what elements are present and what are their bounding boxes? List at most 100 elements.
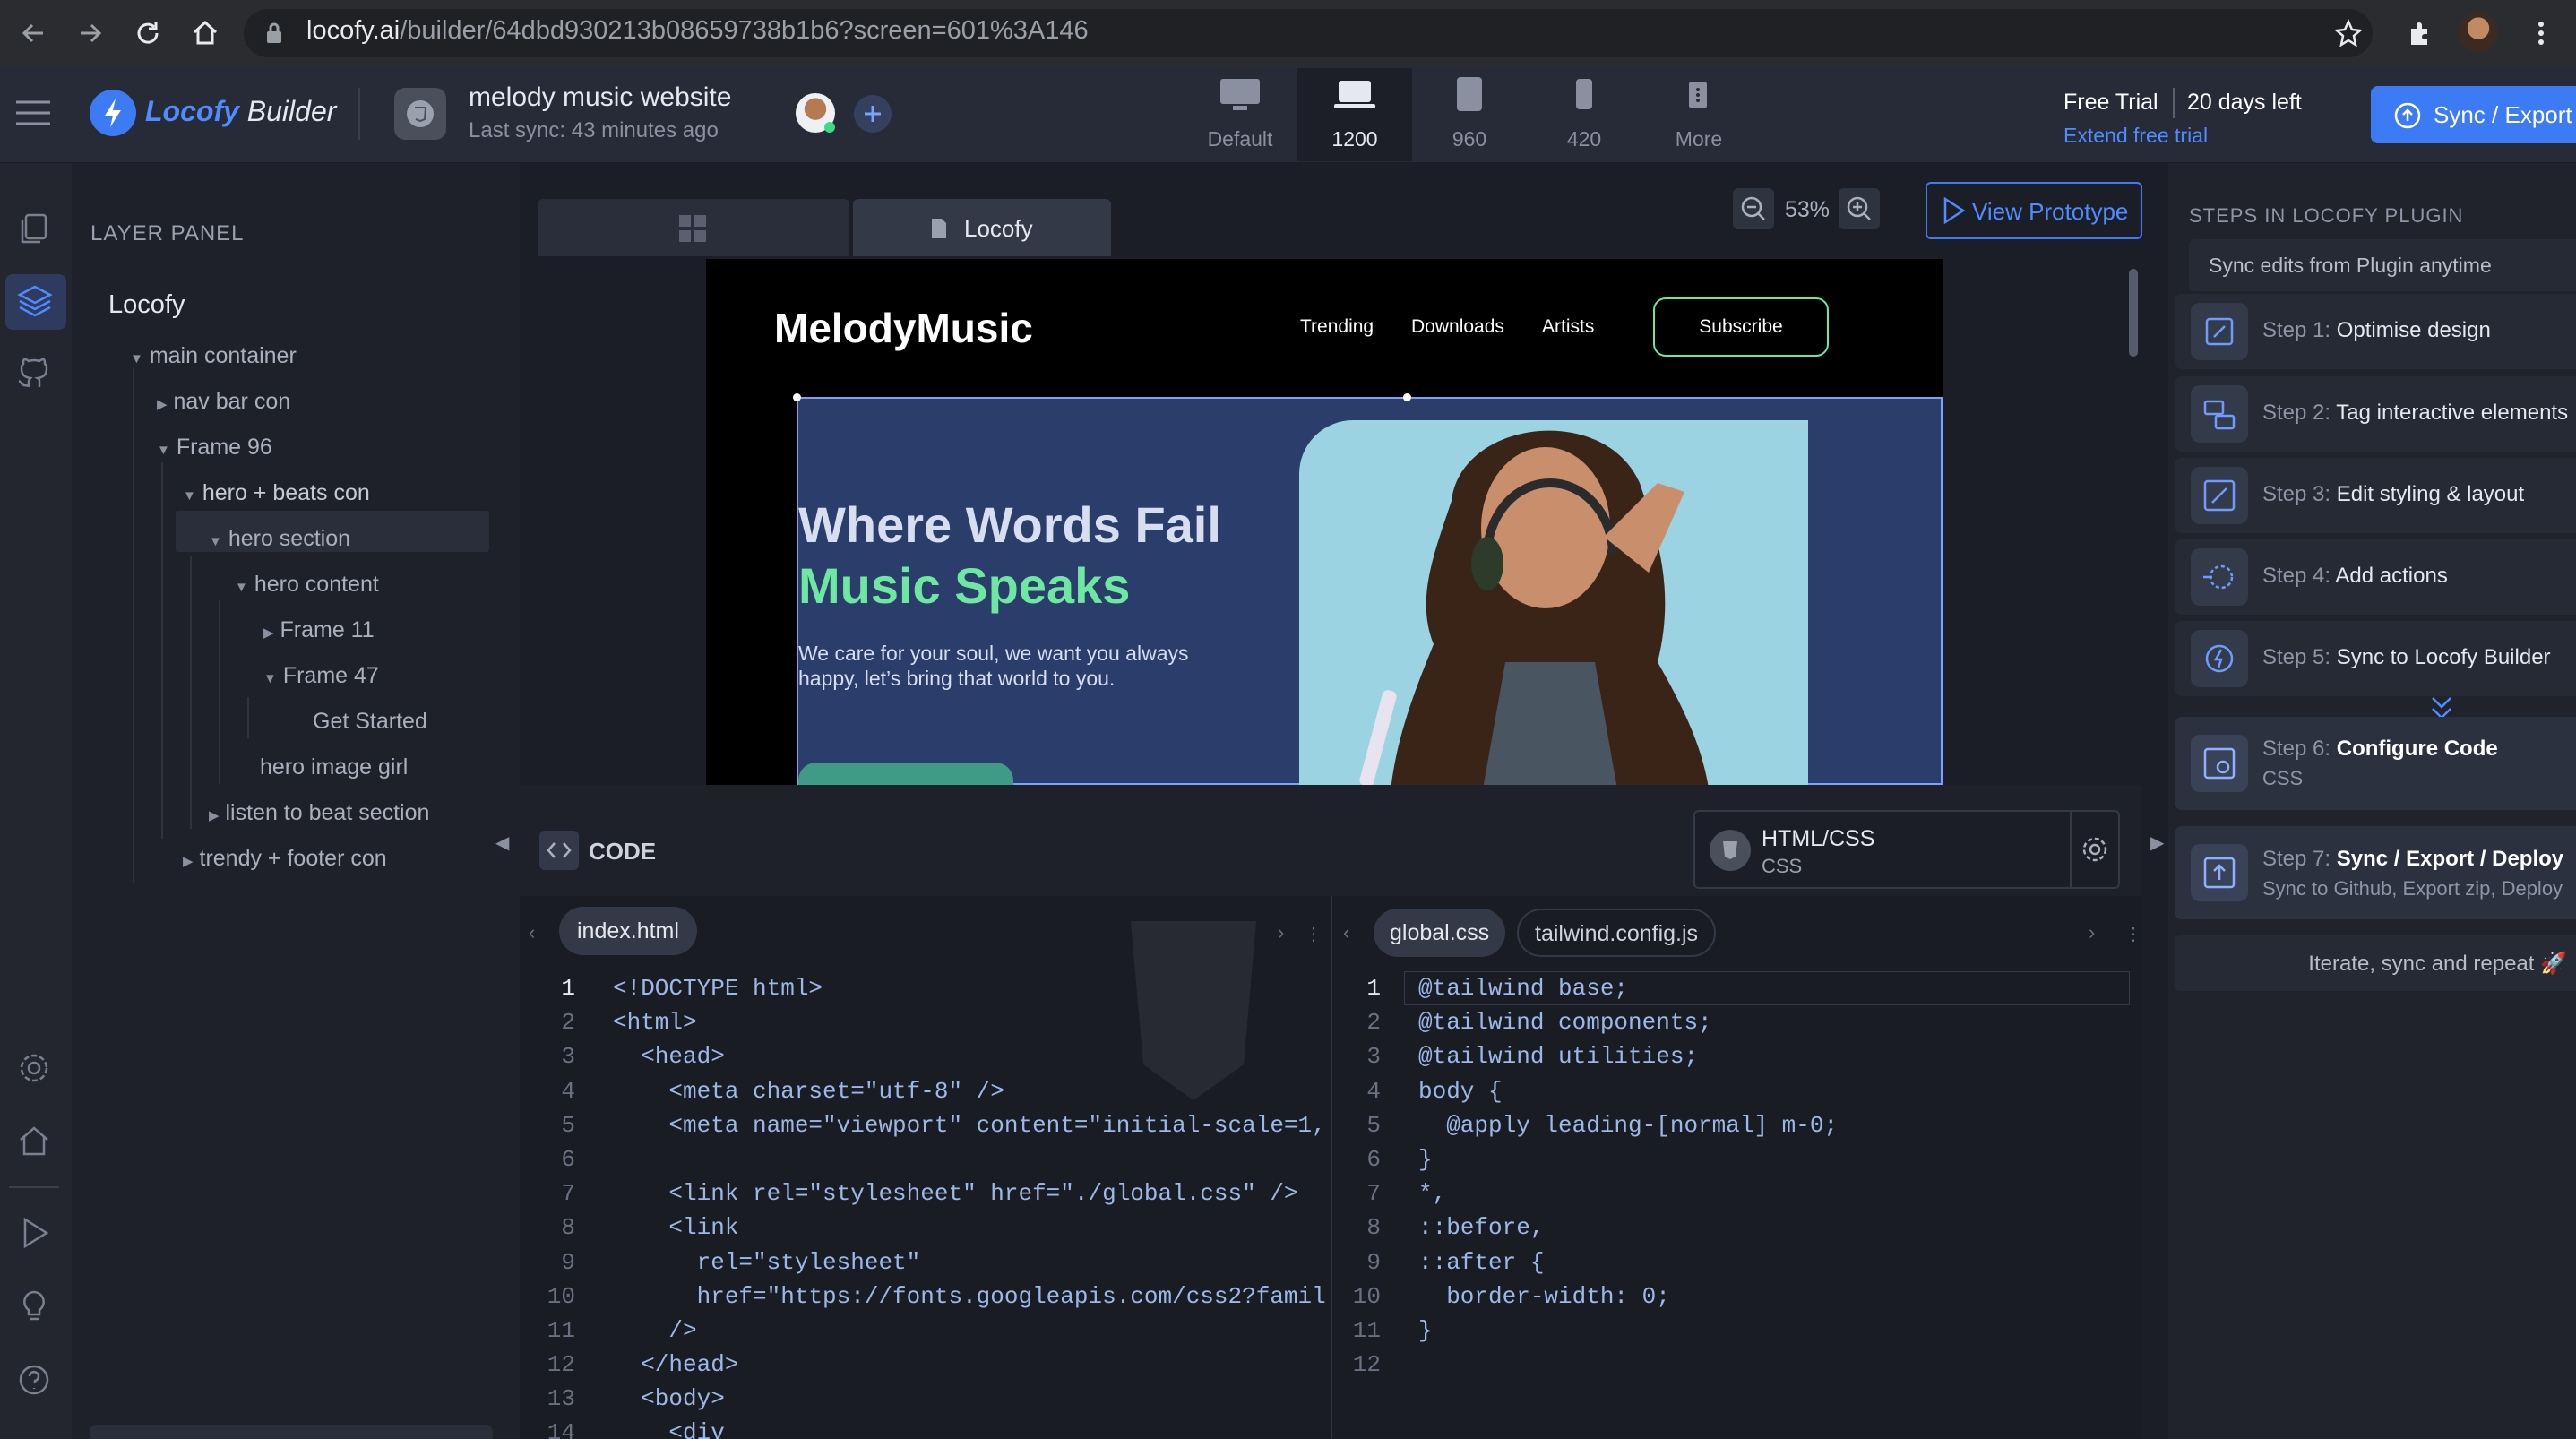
add-collaborator-button[interactable] bbox=[854, 95, 892, 133]
line-number: 11 bbox=[547, 1316, 575, 1344]
free-trial-label: Free Trial bbox=[2063, 90, 2158, 115]
configure-code-icon bbox=[2191, 735, 2248, 792]
line-text: <html> bbox=[613, 1009, 697, 1037]
project-name[interactable]: melody music website bbox=[469, 82, 731, 113]
online-dot-icon bbox=[824, 122, 835, 133]
profile-avatar[interactable] bbox=[2459, 13, 2498, 52]
tab-index-html[interactable]: index.html bbox=[559, 907, 697, 955]
breakpoint-960[interactable]: 960 bbox=[1412, 68, 1527, 161]
preview-nav-trending[interactable]: Trending bbox=[1300, 316, 1374, 338]
layer-item[interactable]: ▼ hero content bbox=[235, 572, 379, 598]
line-number: 8 bbox=[561, 1214, 575, 1242]
settings-gear-icon[interactable] bbox=[16, 1050, 52, 1086]
breakpoint-420[interactable]: 420 bbox=[1527, 68, 1641, 161]
layer-panel-scrollbar[interactable] bbox=[90, 1425, 493, 1439]
browser-menu-icon[interactable] bbox=[2536, 18, 2546, 48]
layer-item[interactable]: ▶ nav bar con bbox=[157, 389, 290, 415]
breakpoint-label: More bbox=[1675, 127, 1723, 151]
view-prototype-button[interactable]: View Prototype bbox=[1926, 182, 2142, 239]
layers-icon[interactable] bbox=[16, 283, 54, 319]
preview-nav-artists[interactable]: Artists bbox=[1542, 316, 1594, 338]
caret-down-icon: ▼ bbox=[263, 671, 277, 686]
framework-label: HTML/CSS bbox=[1762, 826, 1875, 851]
line-text: <meta name="viewport" content="initial-s… bbox=[613, 1111, 1326, 1139]
layer-item[interactable]: ▶ trendy + footer con bbox=[183, 846, 387, 872]
forward-icon[interactable] bbox=[75, 18, 106, 48]
zoom-out-button[interactable] bbox=[1733, 188, 1774, 229]
hero-image-girl bbox=[1353, 420, 1774, 785]
layer-item[interactable]: hero image girl bbox=[260, 754, 408, 780]
line-text: border-width: 0; bbox=[1418, 1282, 1670, 1310]
sync-export-button[interactable]: Sync / Export bbox=[2371, 86, 2576, 143]
layer-item[interactable]: ▼ hero section bbox=[209, 526, 350, 552]
back-icon[interactable] bbox=[18, 18, 48, 48]
help-chat-icon[interactable] bbox=[16, 1362, 52, 1398]
layer-item[interactable]: ▶ listen to beat section bbox=[209, 800, 429, 826]
line-text: </head> bbox=[613, 1351, 739, 1379]
preview-subscribe-button[interactable]: Subscribe bbox=[1653, 297, 1829, 357]
canvas-scrollbar[interactable] bbox=[2129, 269, 2138, 357]
layer-item[interactable]: ▼ hero + beats con bbox=[183, 480, 370, 506]
collapse-left-icon[interactable]: ◀ bbox=[495, 832, 509, 854]
caret-down-icon: ▼ bbox=[183, 488, 196, 504]
framework-selector[interactable]: HTML/CSS CSS bbox=[1693, 810, 2120, 889]
reload-icon[interactable] bbox=[133, 18, 163, 48]
tab-more-icon[interactable]: ⋮ bbox=[2124, 923, 2141, 945]
locofy-screen-tab[interactable]: Locofy bbox=[853, 199, 1111, 256]
layer-item[interactable]: ▼ main container bbox=[130, 343, 297, 369]
preview-nav-downloads[interactable]: Downloads bbox=[1411, 316, 1504, 338]
breakpoint-1200[interactable]: 1200 bbox=[1297, 68, 1412, 161]
tab-more-icon[interactable]: ⋮ bbox=[1305, 923, 1322, 945]
home-icon[interactable] bbox=[190, 18, 220, 48]
play-icon[interactable] bbox=[16, 1215, 52, 1251]
html5-icon bbox=[1710, 830, 1751, 871]
grid-view-tab[interactable] bbox=[538, 199, 849, 256]
tab-scroll-left-icon[interactable]: ‹ bbox=[529, 921, 535, 944]
line-number: 14 bbox=[547, 1419, 575, 1439]
layer-item[interactable]: ▶ Frame 11 bbox=[263, 617, 375, 643]
layer-item[interactable]: Get Started bbox=[313, 709, 427, 735]
line-number: 9 bbox=[1366, 1248, 1381, 1276]
zoom-level: 53% bbox=[1785, 197, 1831, 222]
breakpoint-more[interactable]: More bbox=[1641, 68, 1756, 161]
tab-tailwind-config[interactable]: tailwind.config.js bbox=[1517, 909, 1717, 957]
last-sync-text: Last sync: 43 minutes ago bbox=[469, 118, 719, 142]
layer-item[interactable]: ▼ Frame 96 bbox=[157, 435, 272, 461]
pages-icon[interactable] bbox=[16, 211, 52, 247]
line-text: href="https://fonts.googleapis.com/css2?… bbox=[613, 1282, 1326, 1310]
line-text: @apply leading-[normal] m-0; bbox=[1418, 1111, 1839, 1139]
line-text: ::before, bbox=[1418, 1214, 1545, 1242]
layer-root[interactable]: Locofy bbox=[108, 290, 185, 320]
tab-scroll-left-icon[interactable]: ‹ bbox=[1343, 921, 1349, 944]
tag-interactive-icon bbox=[2191, 385, 2248, 443]
github-icon[interactable] bbox=[16, 355, 52, 391]
lightbulb-icon[interactable] bbox=[16, 1288, 52, 1324]
caret-right-icon: ▶ bbox=[157, 397, 168, 412]
days-left-label: 20 days left bbox=[2187, 90, 2302, 115]
desktop-icon bbox=[1219, 77, 1262, 113]
tab-scroll-right-icon[interactable]: › bbox=[1278, 921, 1284, 944]
extensions-icon[interactable] bbox=[2405, 18, 2435, 48]
preview-frame: MelodyMusic Trending Downloads Artists S… bbox=[706, 259, 1943, 785]
line-number: 6 bbox=[1366, 1145, 1381, 1173]
selection-handle[interactable] bbox=[793, 393, 801, 401]
layer-item[interactable]: ▼ Frame 47 bbox=[263, 663, 379, 689]
view-prototype-label: View Prototype bbox=[1972, 198, 2129, 225]
hamburger-menu-icon[interactable] bbox=[14, 99, 52, 127]
dashboard-home-icon[interactable] bbox=[16, 1124, 52, 1159]
breakpoint-default[interactable]: Default bbox=[1183, 68, 1297, 161]
selection-handle[interactable] bbox=[1403, 393, 1411, 401]
extend-trial-link[interactable]: Extend free trial bbox=[2063, 124, 2208, 148]
step-7-sub: Sync to Github, Export zip, Deploy bbox=[2262, 877, 2563, 900]
css-editor[interactable]: ‹ global.css tailwind.config.js › ⋮ 1 @ta… bbox=[1332, 896, 2141, 1439]
line-number: 3 bbox=[1366, 1043, 1381, 1071]
tab-scroll-right-icon[interactable]: › bbox=[2089, 921, 2095, 944]
zoom-in-button[interactable] bbox=[1839, 188, 1880, 229]
collapse-right-icon[interactable]: ▶ bbox=[2150, 832, 2164, 854]
tab-global-css[interactable]: global.css bbox=[1374, 909, 1506, 957]
get-started-button[interactable] bbox=[798, 763, 1013, 785]
star-icon[interactable] bbox=[2333, 18, 2364, 48]
code-settings-gear-icon[interactable] bbox=[2079, 833, 2111, 866]
html-editor[interactable]: ‹ index.html › ⋮ 1 <!DOCTYPE html> 2 <html>… bbox=[520, 896, 1331, 1439]
screen-tab-label: Locofy bbox=[964, 215, 1033, 242]
